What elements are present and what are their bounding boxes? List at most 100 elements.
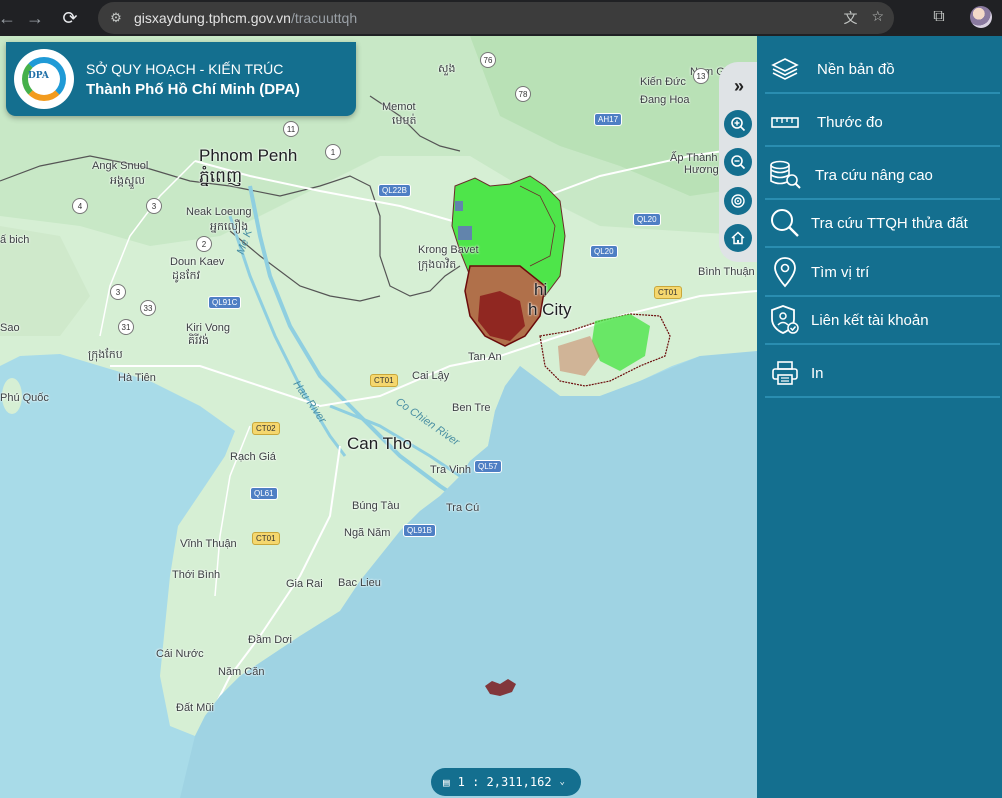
- menu-find-location-label: Tìm vị trí: [811, 263, 870, 281]
- route-shield-3a: 3: [146, 198, 162, 214]
- translate-icon[interactable]: 文: [843, 8, 857, 28]
- label-angk-snuol: Angk Snuol: [92, 160, 149, 172]
- route-shield-4: 4: [72, 198, 88, 214]
- menu-advanced-search[interactable]: Tra cứu nâng cao: [765, 152, 1000, 200]
- road-ct01-b: CT01: [654, 286, 682, 299]
- map-canvas[interactable]: Phnom Penh ភ្នំពេញ Can Tho hi h City Ang…: [0, 36, 757, 798]
- zoom-out-button[interactable]: [724, 148, 752, 176]
- label-tan-an: Tan An: [468, 351, 502, 363]
- locate-button[interactable]: [724, 187, 752, 215]
- scale-selector[interactable]: ▤ 1 : 2,311,162 ⌄: [431, 768, 581, 796]
- label-vinh-thuan: Vĩnh Thuận: [180, 538, 237, 550]
- road-ah17: AH17: [594, 113, 623, 126]
- label-memot: Memot: [382, 101, 416, 113]
- address-bar[interactable]: ⚙ gisxaydung.tphcm.gov.vn/tracuuttqh 文 ☆: [98, 2, 894, 34]
- label-dam-doi: Đầm Dơi: [248, 634, 292, 646]
- label-memot-km: មេមត់: [392, 115, 417, 127]
- reload-icon[interactable]: ⟳: [55, 3, 85, 33]
- browser-toolbar: ← → ⟳ ⚙ gisxaydung.tphcm.gov.vn/tracuutt…: [0, 0, 1002, 36]
- road-ct01-a: CT01: [370, 374, 398, 387]
- label-cai-nuoc: Cái Nước: [156, 648, 204, 660]
- road-ql61: QL61: [250, 487, 278, 500]
- menu-find-location[interactable]: Tìm vị trí: [765, 249, 1000, 297]
- road-ql57: QL57: [474, 460, 502, 473]
- label-nam-can: Năm Căn: [218, 666, 265, 678]
- label-suong: សួង: [438, 63, 456, 75]
- menu-measure-label: Thước đo: [817, 113, 883, 131]
- label-krong-bavet-km: ក្រុងបាវិត: [418, 259, 457, 271]
- label-krong-bavet: Krong Bavet: [418, 244, 479, 256]
- label-angk-snuol-km: អង្គស្នួល: [110, 175, 145, 187]
- label-bung-tau: Búng Tàu: [352, 500, 400, 512]
- route-shield-3b: 3: [110, 284, 126, 300]
- menu-basemap[interactable]: Nền bản đồ: [765, 46, 1000, 94]
- label-bich: ấ bich: [0, 234, 30, 246]
- road-ct01-c: CT01: [252, 532, 280, 545]
- menu-link-account-label: Liên kết tài khoản: [811, 311, 929, 329]
- label-gia-rai: Gia Rai: [286, 578, 323, 590]
- route-shield-11: 11: [283, 121, 299, 137]
- label-rach-gia: Rạch Giá: [230, 451, 276, 463]
- extensions-icon[interactable]: ⧉: [926, 4, 952, 30]
- route-shield-78: 78: [515, 86, 531, 102]
- label-ap-thanh: Ấp Thành: [670, 152, 718, 164]
- label-ben-tre: Ben Tre: [452, 402, 491, 414]
- map-basemap: [0, 36, 757, 798]
- menu-measure[interactable]: Thước đo: [765, 99, 1000, 147]
- label-hcm-city-b: h City: [528, 300, 572, 319]
- label-krong-kaep: ក្រុងកែប: [88, 349, 123, 361]
- back-icon[interactable]: ←: [0, 3, 22, 33]
- double-chevron-right-icon[interactable]: »: [728, 75, 750, 97]
- zoom-in-icon: [731, 117, 746, 132]
- route-shield-1: 1: [325, 144, 341, 160]
- zoom-in-button[interactable]: [724, 110, 752, 138]
- label-ha-tien: Hà Tiên: [118, 372, 156, 384]
- menu-print-label: In: [811, 364, 824, 382]
- label-hcm-city-a: hi: [534, 280, 548, 299]
- label-kiri-vong: Kiri Vong: [186, 322, 231, 334]
- org-department: SỞ QUY HOẠCH - KIẾN TRÚC: [86, 60, 284, 77]
- side-panel: [757, 36, 1002, 798]
- menu-parcel-lookup[interactable]: Tra cứu TTQH thửa đất: [765, 200, 1000, 248]
- org-city: Thành Phố Hồ Chí Minh (DPA): [86, 80, 300, 98]
- printer-icon: [767, 355, 803, 391]
- label-kien-duc: Kiến Đức: [640, 76, 686, 88]
- label-cai-lay: Cai Lậy: [412, 370, 450, 382]
- label-dang-hoa: Đang Hoa: [640, 94, 690, 106]
- chevron-down-icon: ⌄: [559, 777, 565, 787]
- target-icon: [731, 194, 745, 208]
- dpa-logo: DPA: [14, 49, 74, 109]
- bookmark-star-icon[interactable]: ☆: [871, 8, 884, 28]
- route-shield-2: 2: [196, 236, 212, 252]
- ruler-icon: [767, 104, 803, 140]
- home-icon: [731, 231, 745, 245]
- route-shield-76: 76: [480, 52, 496, 68]
- road-ql91b: QL91B: [403, 524, 436, 537]
- route-shield-31: 31: [118, 319, 134, 335]
- label-binh-thuan: Bình Thuận: [698, 266, 755, 278]
- ruler-icon: ▤: [443, 775, 450, 789]
- label-phnom-penh-km: ភ្នំពេញ: [199, 167, 243, 186]
- label-neak-loeung: Neak Loeung: [186, 206, 252, 218]
- menu-parcel-lookup-label: Tra cứu TTQH thửa đất: [811, 214, 968, 232]
- label-can-tho: Can Tho: [347, 434, 412, 453]
- menu-link-account[interactable]: Liên kết tài khoản: [765, 297, 1000, 345]
- label-bac-lieu: Bac Lieu: [338, 577, 381, 589]
- menu-advanced-search-label: Tra cứu nâng cao: [815, 166, 933, 184]
- road-ql22b: QL22B: [378, 184, 411, 197]
- forward-icon[interactable]: →: [20, 3, 50, 33]
- label-phnom-penh: Phnom Penh: [199, 146, 298, 165]
- label-huong: Hương: [684, 164, 719, 176]
- home-button[interactable]: [724, 224, 752, 252]
- label-thoi-binh: Thới Bình: [172, 569, 221, 581]
- search-icon: [767, 205, 803, 241]
- label-phu-quoc: Phú Quốc: [0, 392, 49, 404]
- menu-print[interactable]: In: [765, 350, 1000, 398]
- road-ql91c: QL91C: [208, 296, 242, 309]
- profile-avatar[interactable]: [970, 6, 992, 28]
- label-doun-kaev-km: ដូនកែវ: [172, 270, 200, 282]
- layers-icon: [767, 51, 803, 87]
- route-shield-33: 33: [140, 300, 156, 316]
- site-info-icon[interactable]: ⚙: [106, 8, 126, 28]
- zoom-out-icon: [731, 155, 746, 170]
